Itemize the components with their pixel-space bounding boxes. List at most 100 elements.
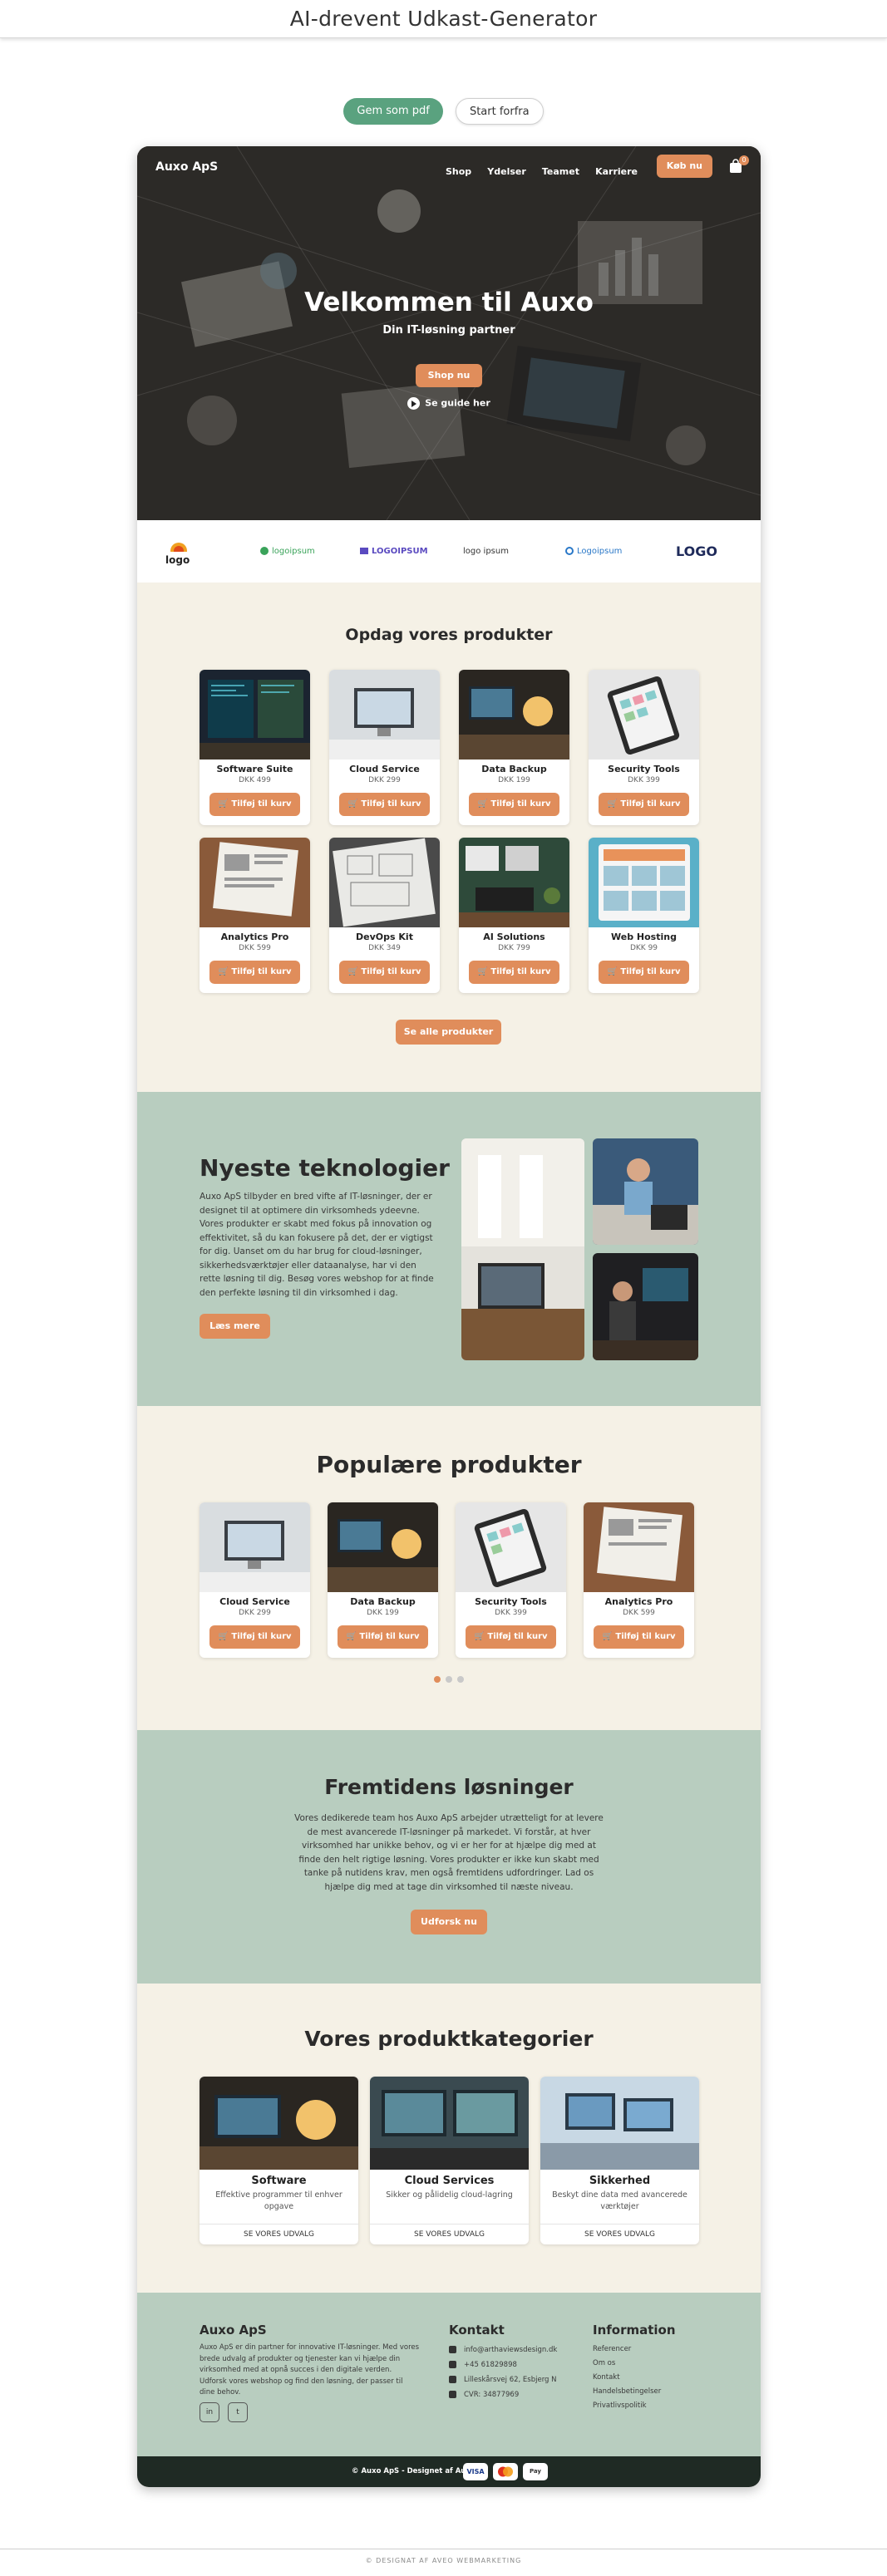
product-image xyxy=(200,670,310,760)
see-selection-link[interactable]: SE VORES UDVALG xyxy=(370,2224,529,2244)
site-nav: Auxo ApS Shop Ydelser Teamet Karriere Kø… xyxy=(137,146,761,188)
contact-title: Kontakt xyxy=(449,2323,505,2338)
see-selection-link[interactable]: SE VORES UDVALG xyxy=(540,2224,699,2244)
nav-link-ydelser[interactable]: Ydelser xyxy=(487,166,526,177)
square-logo-icon xyxy=(360,548,368,554)
add-to-cart-button[interactable]: 🛒 Tilføj til kurv xyxy=(469,793,559,816)
footer-link-referencer[interactable]: Referencer xyxy=(593,2345,631,2353)
product-image xyxy=(329,670,440,760)
add-to-cart-button[interactable]: 🛒 Tilføj til kurv xyxy=(338,1625,428,1649)
nav-link-shop[interactable]: Shop xyxy=(446,166,471,177)
future-text: Vores dedikerede team hos Auxo ApS arbej… xyxy=(294,1813,604,1892)
category-image xyxy=(200,2077,358,2170)
product-card: Security Tools DKK 399 🛒 Tilføj til kurv xyxy=(589,670,699,825)
add-to-cart-button[interactable]: 🛒 Tilføj til kurv xyxy=(209,793,300,816)
restart-button[interactable]: Start forfra xyxy=(455,98,544,125)
envelope-icon xyxy=(449,2346,456,2353)
tech-title: Nyeste teknologier xyxy=(200,1154,450,1182)
partner-logo-3: LOGOIPSUM xyxy=(360,541,428,563)
linkedin-icon[interactable]: in xyxy=(200,2402,219,2422)
brand-logo[interactable]: Auxo ApS xyxy=(155,160,218,174)
category-image xyxy=(540,2077,699,2170)
footer-brand: Auxo ApS xyxy=(200,2323,267,2338)
product-price: DKK 299 xyxy=(239,1609,271,1617)
product-card: Analytics Pro DKK 599 🛒 Tilføj til kurv xyxy=(200,838,310,993)
nav-link-teamet[interactable]: Teamet xyxy=(542,166,579,177)
read-more-button[interactable]: Læs mere xyxy=(200,1314,270,1339)
footer-link-privatlivspolitik[interactable]: Privatlivspolitik xyxy=(593,2401,647,2410)
add-to-cart-button[interactable]: 🛒 Tilføj til kurv xyxy=(209,961,300,984)
footer-link-om-os[interactable]: Om os xyxy=(593,2359,615,2367)
footer-link-handelsbetingelser[interactable]: Handelsbetingelser xyxy=(593,2387,661,2396)
add-to-cart-button[interactable]: 🛒 Tilføj til kurv xyxy=(594,1625,684,1649)
save-pdf-button[interactable]: Gem som pdf xyxy=(343,98,443,125)
website-preview: Auxo ApS Shop Ydelser Teamet Karriere Kø… xyxy=(137,146,761,2487)
popular-card: Data Backup DKK 199 🛒 Tilføj til kurv xyxy=(328,1502,438,1658)
product-card: Data Backup DKK 199 🛒 Tilføj til kurv xyxy=(459,670,569,825)
circle-logo-icon xyxy=(260,547,269,555)
explore-now-button[interactable]: Udforsk nu xyxy=(411,1910,487,1934)
product-price: DKK 99 xyxy=(629,944,658,952)
product-image xyxy=(589,670,699,760)
category-name: Sikkerhed xyxy=(589,2175,651,2187)
product-image xyxy=(328,1502,438,1592)
contact-cvr: CVR: 34877969 xyxy=(449,2389,519,2401)
carousel-dot-1[interactable] xyxy=(434,1676,441,1683)
carousel-dot-2[interactable] xyxy=(446,1676,452,1683)
guide-label: Se guide her xyxy=(425,397,490,409)
product-name: Web Hosting xyxy=(611,932,677,942)
app-title: AI-drevent Udkast-Generator xyxy=(289,7,598,31)
add-to-cart-button[interactable]: 🛒 Tilføj til kurv xyxy=(599,793,689,816)
tech-section: Nyeste teknologier Auxo ApS tilbyder en … xyxy=(137,1092,761,1406)
app-header: AI-drevent Udkast-Generator xyxy=(0,0,887,38)
tech-image-person xyxy=(593,1138,698,1245)
product-name: Security Tools xyxy=(608,764,680,774)
product-name: Data Backup xyxy=(481,764,547,774)
footer-link-kontakt[interactable]: Kontakt xyxy=(593,2373,620,2382)
product-card: Cloud Service DKK 299 🛒 Tilføj til kurv xyxy=(329,670,440,825)
add-to-cart-button[interactable]: 🛒 Tilføj til kurv xyxy=(339,961,430,984)
product-card: DevOps Kit DKK 349 🛒 Tilføj til kurv xyxy=(329,838,440,993)
categories-title: Vores produktkategorier xyxy=(304,2027,594,2051)
contact-email[interactable]: info@arthaviewsdesign.dk xyxy=(449,2344,557,2356)
see-all-products-button[interactable]: Se alle produkter xyxy=(396,1020,501,1045)
nav-link-karriere[interactable]: Karriere xyxy=(595,166,638,177)
popular-title: Populære produkter xyxy=(316,1451,582,1478)
add-to-cart-button[interactable]: 🛒 Tilføj til kurv xyxy=(599,961,689,984)
shop-now-button[interactable]: Shop nu xyxy=(416,364,482,387)
category-description: Effektive programmer til enhver opgave xyxy=(215,2190,342,2211)
contact-phone[interactable]: +45 61829898 xyxy=(449,2359,517,2371)
add-to-cart-button[interactable]: 🛒 Tilføj til kurv xyxy=(466,1625,556,1649)
product-card: Software Suite DKK 499 🛒 Tilføj til kurv xyxy=(200,670,310,825)
product-name: Analytics Pro xyxy=(220,932,289,942)
future-title: Fremtidens løsninger xyxy=(324,1775,574,1799)
copyright-bar: © Auxo ApS - Designet af Auxo VISA Pay xyxy=(137,2456,761,2487)
buy-now-button[interactable]: Køb nu xyxy=(656,155,712,178)
add-to-cart-button[interactable]: 🛒 Tilføj til kurv xyxy=(339,793,430,816)
add-to-cart-button[interactable]: 🛒 Tilføj til kurv xyxy=(209,1625,300,1649)
add-to-cart-button[interactable]: 🛒 Tilføj til kurv xyxy=(469,961,559,984)
product-image xyxy=(200,838,310,927)
product-price: DKK 199 xyxy=(498,776,530,784)
category-card: Sikkerhed Beskyt dine data med avancered… xyxy=(540,2077,699,2244)
page-footer: © DESIGNAT AF AVEO WEBMARKETING xyxy=(365,2557,522,2564)
footer-about: Auxo ApS er din partner for innovative I… xyxy=(200,2343,420,2397)
product-name: Cloud Service xyxy=(219,1596,290,1607)
partner-logo-1: logo xyxy=(164,541,194,566)
information-title: Information xyxy=(593,2323,676,2338)
categories-section: Vores produktkategorier Software Effekti… xyxy=(137,1984,761,2293)
see-selection-link[interactable]: SE VORES UDVALG xyxy=(200,2224,358,2244)
category-description: Beskyt dine data med avancerede værktøje… xyxy=(552,2190,687,2211)
product-name: Cloud Service xyxy=(349,764,420,774)
product-price: DKK 299 xyxy=(368,776,401,784)
mastercard-icon xyxy=(493,2463,518,2480)
partner-logo-6: LOGO xyxy=(676,543,717,559)
nav-links: Shop Ydelser Teamet Karriere xyxy=(434,162,638,178)
product-price: DKK 349 xyxy=(368,944,401,952)
twitter-icon[interactable]: t xyxy=(228,2402,248,2422)
contact-address: Lilleskårsvej 62, Esbjerg N xyxy=(449,2374,557,2386)
carousel-dot-3[interactable] xyxy=(457,1676,464,1683)
guide-link[interactable]: Se guide her xyxy=(137,397,761,410)
hero-section: Auxo ApS Shop Ydelser Teamet Karriere Kø… xyxy=(137,146,761,520)
product-name: AI Solutions xyxy=(483,932,545,942)
